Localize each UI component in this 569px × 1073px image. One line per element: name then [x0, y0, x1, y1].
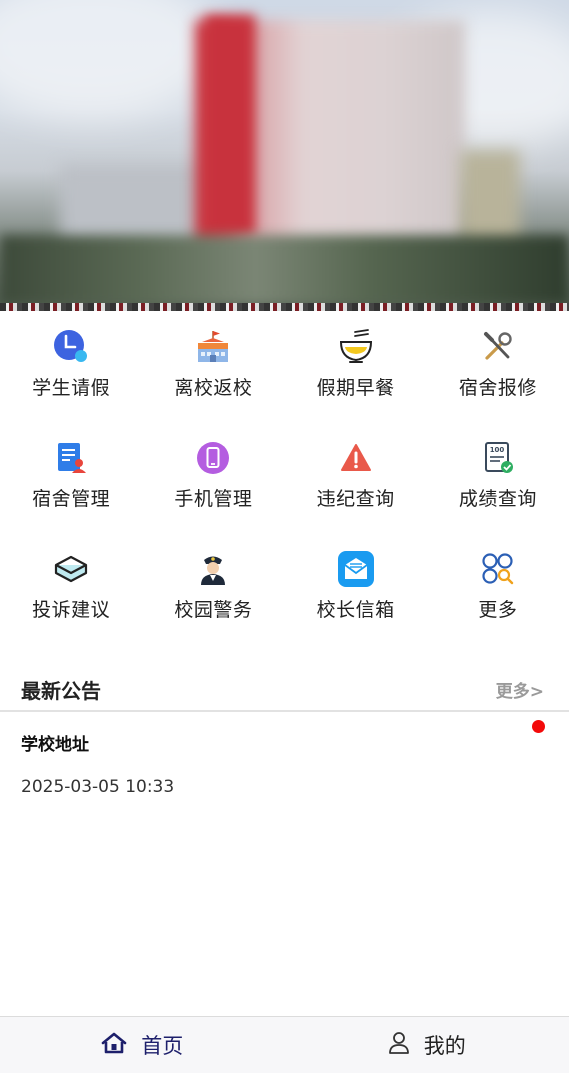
grid-item-label: 手机管理: [174, 488, 253, 510]
grid-item-label: 学生请假: [32, 377, 111, 399]
grid-item-phone-management[interactable]: 手机管理: [142, 422, 284, 533]
grid-item-label: 违纪查询: [316, 488, 395, 510]
grid-item-complaints-suggestions[interactable]: 投诉建议: [0, 533, 142, 644]
campus-banner-image[interactable]: [0, 0, 569, 311]
grid-item-discipline-query[interactable]: 违纪查询: [285, 422, 427, 533]
grid-item-dorm-management[interactable]: 宿舍管理: [0, 422, 142, 533]
bowl-icon: [336, 327, 376, 367]
notice-item-timestamp: 2025-03-05 10:33: [21, 777, 175, 797]
clock-icon: [51, 327, 91, 367]
grid-item-label: 投诉建议: [32, 599, 111, 621]
grid-item-campus-police[interactable]: 校园警务: [142, 533, 284, 644]
graduation-cap-icon: [51, 549, 91, 589]
tab-mine-label: 我的: [423, 1034, 466, 1058]
grid-item-principal-mailbox[interactable]: 校长信箱: [285, 533, 427, 644]
grid-item-label: 离校返校: [174, 377, 253, 399]
mailbox-icon: [336, 549, 376, 589]
grid-item-leave-return-school[interactable]: 离校返校: [142, 311, 284, 422]
home-icon: [101, 1031, 127, 1059]
grid-item-label: 宿舍报修: [458, 377, 537, 399]
grid-item-more[interactable]: 更多: [427, 533, 569, 644]
grid-item-student-leave[interactable]: 学生请假: [0, 311, 142, 422]
notice-section-title: 最新公告: [21, 679, 101, 703]
grid-item-score-query[interactable]: 100 成绩查询: [427, 422, 569, 533]
grid-row: 学生请假 离校返校 假期早餐 宿舍报修: [0, 311, 569, 422]
document-person-icon: [51, 438, 91, 478]
user-icon: [388, 1031, 410, 1059]
phone-icon: [193, 438, 233, 478]
grid-item-label: 假期早餐: [316, 377, 395, 399]
bottom-tab-bar: 首页 我的: [0, 1016, 569, 1073]
apps-icon: [478, 549, 518, 589]
grid-item-label: 宿舍管理: [32, 488, 111, 510]
banner-building-red-facade: [205, 15, 255, 235]
grid-item-dorm-repair[interactable]: 宿舍报修: [427, 311, 569, 422]
grid-item-holiday-breakfast[interactable]: 假期早餐: [285, 311, 427, 422]
warning-icon: [336, 438, 376, 478]
school-building-icon: [193, 327, 233, 367]
svg-text:100: 100: [490, 446, 505, 454]
grid-item-label: 更多: [478, 599, 518, 621]
tab-mine[interactable]: 我的: [285, 1017, 569, 1073]
grid-item-label: 校园警务: [174, 599, 253, 621]
notice-item-title: 学校地址: [21, 735, 89, 755]
unread-dot: [532, 720, 545, 733]
police-officer-icon: [193, 549, 233, 589]
tools-icon: [478, 327, 518, 367]
grid-row: 宿舍管理 手机管理 违纪查询 100 成绩查询: [0, 422, 569, 533]
function-grid: 学生请假 离校返校 假期早餐 宿舍报修 宿舍管理 手机管理 违纪查询 100 成…: [0, 311, 569, 644]
tab-home-label: 首页: [141, 1034, 184, 1058]
grid-item-label: 校长信箱: [316, 599, 395, 621]
banner-cloud: [0, 0, 220, 120]
notice-list-item[interactable]: 学校地址 2025-03-05 10:33: [0, 714, 569, 814]
grid-item-label: 成绩查询: [458, 488, 537, 510]
banner-bottom-strip: [0, 303, 569, 311]
notice-section-header: 最新公告 更多>: [0, 665, 569, 712]
tab-home[interactable]: 首页: [0, 1017, 285, 1073]
notice-more-link[interactable]: 更多>: [496, 677, 544, 702]
score-report-icon: 100: [478, 438, 518, 478]
grid-row: 投诉建议 校园警务 校长信箱 更多: [0, 533, 569, 644]
banner-trees: [0, 235, 569, 305]
